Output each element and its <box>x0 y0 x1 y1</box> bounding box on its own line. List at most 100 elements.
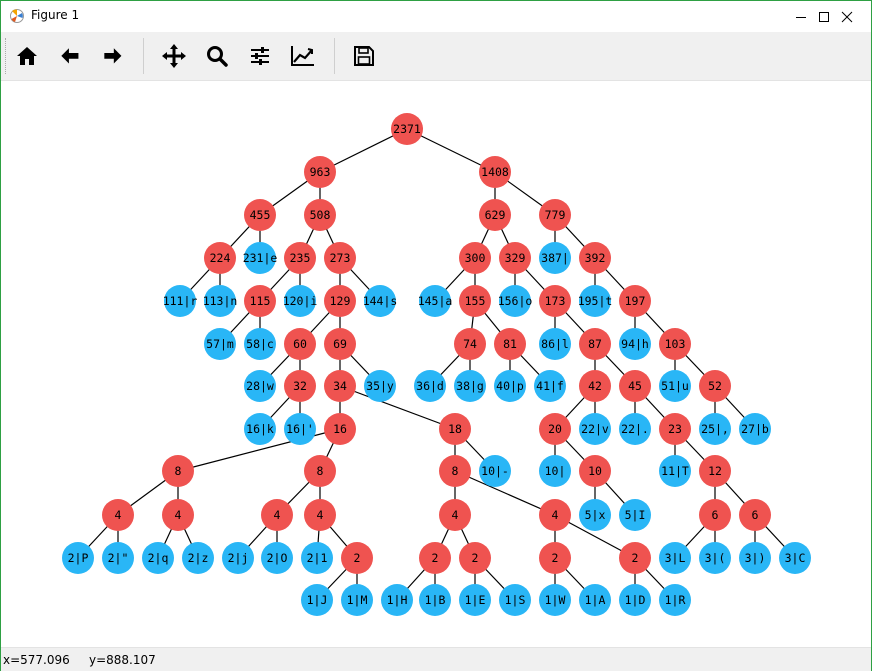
node-label: 2|q <box>148 551 169 565</box>
internal-node: 69 <box>324 328 356 360</box>
node-label: 58|c <box>246 337 274 351</box>
node-label: 16 <box>333 422 347 436</box>
internal-node: 2 <box>459 542 491 574</box>
leaf-node: 1|W <box>539 584 571 616</box>
leaf-node: 1|D <box>619 584 651 616</box>
leaf-node: 36|d <box>414 370 446 402</box>
window-title: Figure 1 <box>31 8 80 22</box>
leaf-node: 41|f <box>534 370 566 402</box>
node-label: 8 <box>452 464 459 478</box>
node-label: 4 <box>317 508 324 522</box>
internal-node: 155 <box>459 285 491 317</box>
pan-button[interactable] <box>158 40 190 72</box>
node-label: 129 <box>330 294 351 308</box>
subplots-button[interactable] <box>244 40 276 72</box>
back-button[interactable] <box>54 40 86 72</box>
move-icon <box>162 44 186 68</box>
node-label: 60 <box>293 337 307 351</box>
internal-node: 52 <box>699 370 731 402</box>
internal-node: 87 <box>579 328 611 360</box>
node-label: 120|i <box>283 294 318 308</box>
node-label: 629 <box>485 208 506 222</box>
node-label: 103 <box>665 337 686 351</box>
figure-window: Figure 1 2371 963 1408 455 508 629 779 2… <box>0 0 872 671</box>
node-label: 1|M <box>347 593 368 607</box>
figure-canvas[interactable]: 2371 963 1408 455 508 629 779 224 231|e 235 273 300… <box>1 81 871 647</box>
node-label: 23 <box>668 422 682 436</box>
magnifier-icon <box>207 46 228 67</box>
internal-node: 129 <box>324 285 356 317</box>
node-label: 1|R <box>665 593 686 607</box>
node-label: 156|o <box>498 294 533 308</box>
node-label: 508 <box>310 208 331 222</box>
node-label: 273 <box>330 251 351 265</box>
node-label: 173 <box>545 294 566 308</box>
leaf-node: 3|C <box>779 542 811 574</box>
title-bar: Figure 1 <box>1 1 871 32</box>
internal-node: 8 <box>162 455 194 487</box>
internal-node: 2 <box>341 542 373 574</box>
leaf-node: 2|q <box>142 542 174 574</box>
axes-button[interactable] <box>287 40 319 72</box>
internal-node: 4 <box>162 499 194 531</box>
node-label: 4 <box>452 508 459 522</box>
node-label: 16|k <box>246 422 274 436</box>
node-label: 27|b <box>741 422 769 436</box>
internal-node: 300 <box>459 242 491 274</box>
tree-nodes: 2371963 1408455 508 629 779224 231|e 235 273 300… <box>62 113 811 616</box>
leaf-node: 94|h <box>619 328 651 360</box>
internal-node: 508 <box>304 199 336 231</box>
leaf-node: 1|R <box>659 584 691 616</box>
toolbar <box>1 32 871 81</box>
node-label: 392 <box>585 251 606 265</box>
internal-node: 6 <box>739 499 771 531</box>
internal-node: 392 <box>579 242 611 274</box>
leaf-node: 3|( <box>699 542 731 574</box>
node-label: 22|v <box>581 422 609 436</box>
internal-node: 20 <box>539 413 571 445</box>
node-label: 42 <box>588 379 602 393</box>
node-label: 86|l <box>541 337 569 351</box>
forward-button[interactable] <box>97 40 129 72</box>
status-bar: x=577.096 y=888.107 <box>1 647 871 671</box>
node-label: 2 <box>432 551 439 565</box>
node-label: 224 <box>210 251 231 265</box>
close-button[interactable] <box>824 1 870 32</box>
leaf-node: 5|I <box>619 499 651 531</box>
node-label: 4 <box>175 508 182 522</box>
zoom-button[interactable] <box>201 40 233 72</box>
internal-node: 103 <box>659 328 691 360</box>
save-button[interactable] <box>348 40 380 72</box>
node-label: 1|H <box>387 593 408 607</box>
node-label: 1|J <box>307 593 328 607</box>
close-icon <box>841 11 853 22</box>
toolbar-grip[interactable] <box>5 38 9 74</box>
internal-node: 629 <box>479 199 511 231</box>
node-label: 25|, <box>701 422 729 436</box>
leaf-node: 16|k <box>244 413 276 445</box>
leaf-node: 86|l <box>539 328 571 360</box>
node-label: 155 <box>465 294 486 308</box>
internal-node: 23 <box>659 413 691 445</box>
node-label: 1|W <box>545 593 566 607</box>
y-coordinate-readout: y=888.107 <box>89 653 156 667</box>
chart-line-icon <box>291 46 314 66</box>
node-label: 2 <box>552 551 559 565</box>
node-label: 16|' <box>286 422 314 436</box>
toolbar-separator <box>143 38 144 74</box>
internal-node: 2 <box>539 542 571 574</box>
internal-node: 963 <box>304 156 336 188</box>
node-label: 51|u <box>661 379 689 393</box>
node-label: 2|z <box>188 551 209 565</box>
node-label: 45 <box>628 379 642 393</box>
leaf-node: 1|J <box>301 584 333 616</box>
node-label: 779 <box>545 208 566 222</box>
internal-node: 2371 <box>391 113 423 145</box>
matplotlib-icon <box>10 9 24 23</box>
node-label: 145|a <box>418 294 453 308</box>
node-label: 329 <box>505 251 526 265</box>
leaf-node: 2|z <box>182 542 214 574</box>
node-label: 115 <box>250 294 271 308</box>
x-coordinate-readout: x=577.096 <box>3 653 70 667</box>
home-button[interactable] <box>11 40 43 72</box>
